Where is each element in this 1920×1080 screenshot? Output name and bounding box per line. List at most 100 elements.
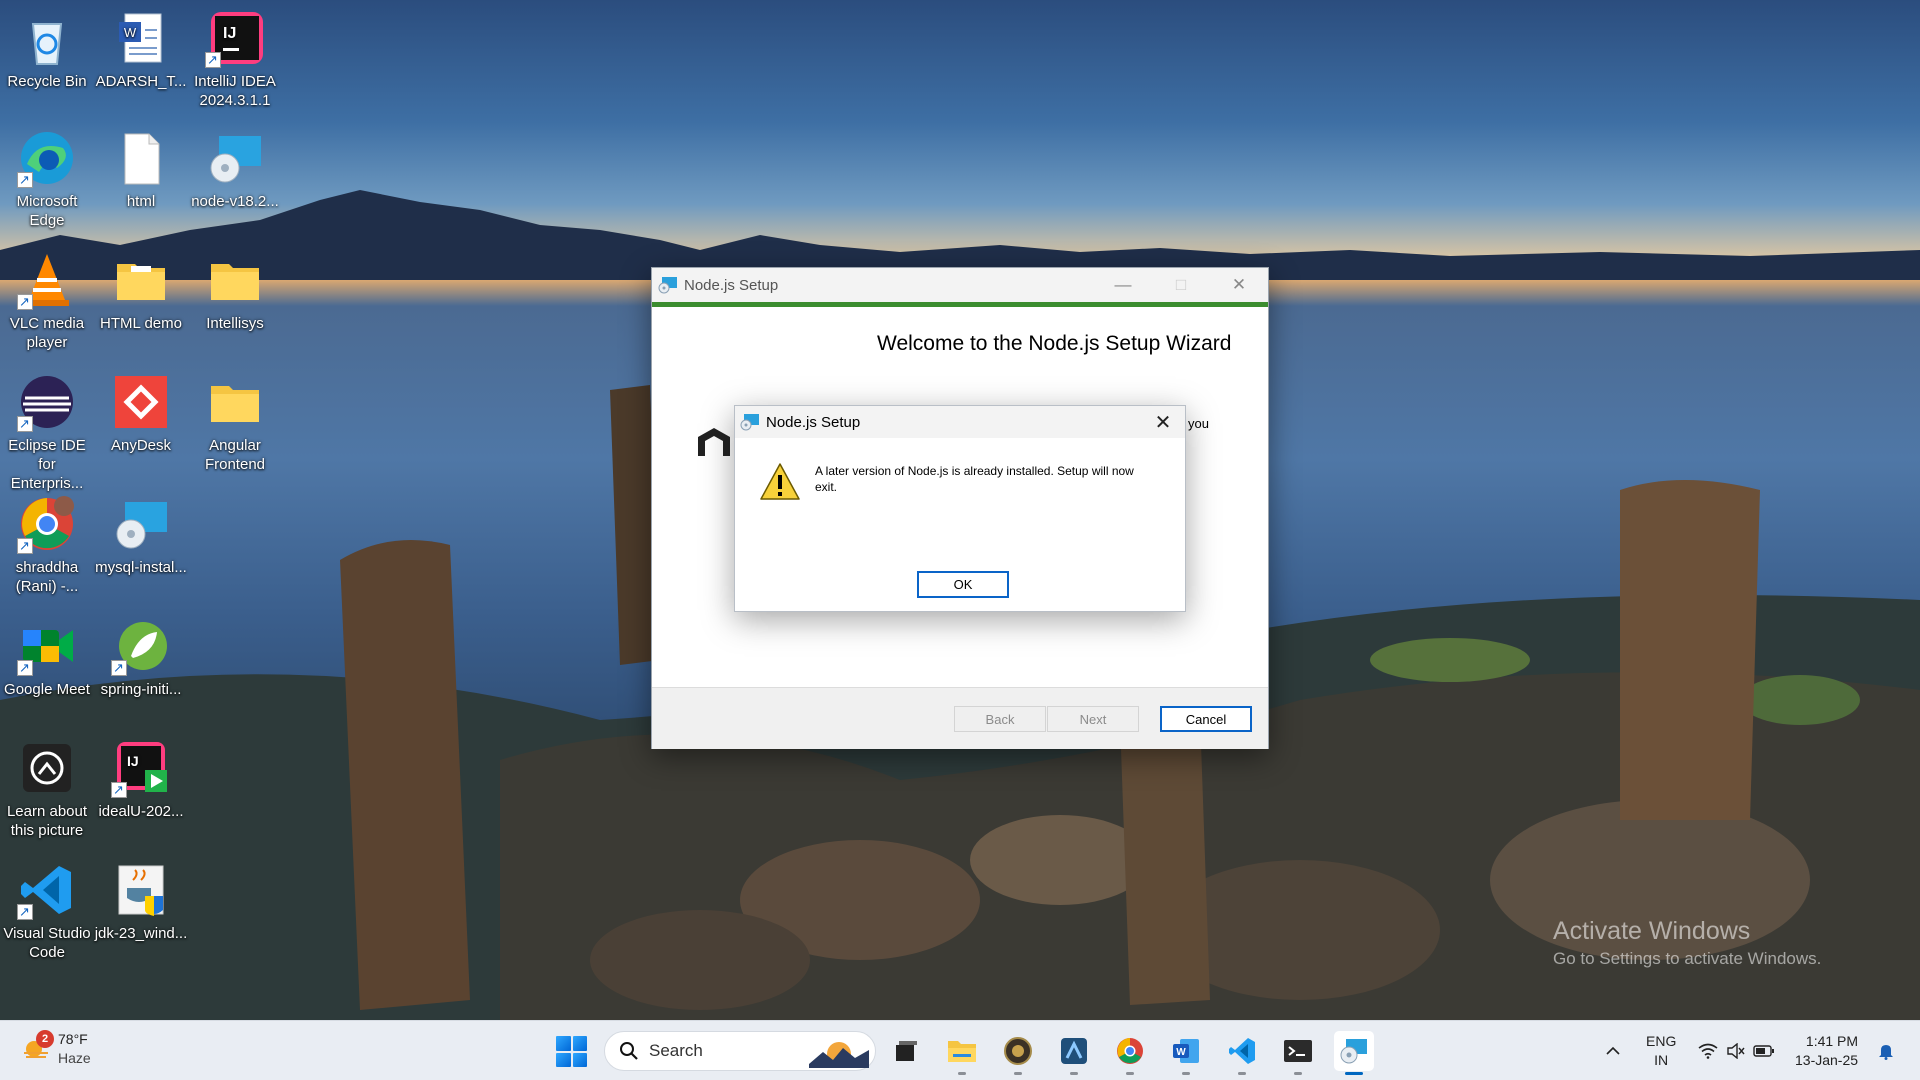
desktop-icon-label: spring-initi...: [100, 681, 182, 698]
notifications-button[interactable]: [1872, 1021, 1900, 1080]
speaker-muted-icon: [1727, 1043, 1745, 1059]
clock-date: 13-Jan-25: [1795, 1052, 1859, 1068]
setup-body-text: you: [1188, 416, 1209, 431]
close-button[interactable]: ✕: [1210, 268, 1268, 302]
clock[interactable]: 1:41 PM 13-Jan-25: [1795, 1032, 1858, 1070]
jdk-installer-icon[interactable]: jdk-23_wind...: [94, 860, 188, 943]
setup-title: Node.js Setup: [684, 276, 779, 294]
ok-button[interactable]: OK: [917, 571, 1009, 598]
desktop-icon-label: mysql-instal...: [95, 559, 187, 576]
desktop-icon-label: Learn about this picture: [6, 803, 88, 839]
learn-about-picture-icon[interactable]: Learn about this picture: [0, 738, 94, 840]
vscode-icon: [1229, 1038, 1255, 1064]
recycle-bin-icon[interactable]: Recycle Bin: [0, 8, 94, 91]
word-doc-icon[interactable]: W ADARSH_T...: [94, 8, 188, 91]
desktop-icon-label: VLC media player: [9, 315, 85, 351]
app-circle-button[interactable]: [998, 1031, 1038, 1075]
vlc-icon[interactable]: VLC media player: [0, 250, 94, 352]
wifi-button[interactable]: [1694, 1021, 1722, 1080]
volume-button[interactable]: [1722, 1021, 1750, 1080]
maximize-button[interactable]: □: [1152, 268, 1210, 302]
chrome-icon: [1117, 1038, 1143, 1064]
weather-condition: Haze: [58, 1050, 91, 1066]
battery-button[interactable]: [1750, 1021, 1778, 1080]
back-button[interactable]: Back: [954, 706, 1046, 732]
word-icon: W: [1173, 1039, 1199, 1063]
start-button[interactable]: [556, 1036, 587, 1067]
folder-icon[interactable]: Angular Frontend: [188, 372, 282, 474]
spring-initializr-icon[interactable]: spring-initi...: [94, 616, 188, 699]
minimize-button[interactable]: —: [1094, 268, 1152, 302]
already-installed-dialog: Node.js Setup ✕ A later version of Node.…: [734, 405, 1186, 612]
svg-text:IJ: IJ: [127, 753, 139, 769]
svg-text:IJ: IJ: [223, 25, 236, 42]
desktop-icon-label: IntelliJ IDEA 2024.3.1.1: [194, 73, 276, 109]
desktop-icon-label: Intellisys: [206, 315, 264, 332]
idealu-installer-icon[interactable]: IJ idealU-202...: [94, 738, 188, 821]
taskbar: 2 78°F Haze Search W ENG IN 1:41 PM 13-J…: [0, 1020, 1920, 1080]
svg-text:W: W: [1176, 1047, 1186, 1058]
weather-widget[interactable]: 2 78°F Haze: [22, 1030, 91, 1068]
terminal-button[interactable]: [1278, 1031, 1318, 1075]
word-button[interactable]: W: [1166, 1031, 1206, 1075]
search-label: Search: [649, 1041, 703, 1060]
desktop-icon-label: ADARSH_T...: [95, 73, 187, 90]
desktop-icon-label: node-v18.2...: [191, 193, 279, 210]
notification-badge: 2: [36, 1030, 54, 1048]
desktop-icon-label: Recycle Bin: [7, 73, 87, 90]
task-view-button[interactable]: [886, 1031, 926, 1071]
desktop-icon-label: jdk-23_wind...: [94, 925, 188, 942]
eclipse-icon[interactable]: Eclipse IDE for Enterpris...: [0, 372, 94, 493]
desktop-icon-label: Visual Studio Code: [3, 925, 91, 961]
show-hidden-icons-button[interactable]: [1598, 1021, 1628, 1080]
weather-haze-icon: 2: [22, 1030, 54, 1063]
task-view-icon: [896, 1041, 917, 1061]
chevron-up-icon: [1606, 1046, 1620, 1055]
desktop-icon-label: Google Meet: [4, 681, 90, 698]
anydesk-icon[interactable]: AnyDesk: [94, 372, 188, 455]
terminal-icon: [1284, 1040, 1312, 1062]
folder-icon[interactable]: Intellisys: [188, 250, 282, 333]
taskbar-search[interactable]: Search: [604, 1031, 876, 1071]
node-setup-taskbar-button[interactable]: [1334, 1031, 1374, 1075]
dialog-title: Node.js Setup: [766, 413, 861, 431]
clock-time: 1:41 PM: [1805, 1033, 1859, 1049]
installer-icon: [658, 276, 678, 294]
desktop-icon-label: Eclipse IDE for Enterpris...: [8, 437, 86, 492]
region-code: IN: [1654, 1052, 1669, 1068]
language-code: ENG: [1646, 1033, 1677, 1049]
vscode-button[interactable]: [1222, 1031, 1262, 1075]
search-highlight-art: [809, 1042, 869, 1068]
nodejs-logo-icon: [698, 428, 730, 456]
node-installer-icon[interactable]: node-v18.2...: [188, 128, 282, 211]
wifi-icon: [1698, 1043, 1718, 1059]
desktop-icon-label: shraddha (Rani) -...: [15, 559, 79, 595]
installer-icon: [1340, 1039, 1367, 1064]
html-file-icon[interactable]: html: [94, 128, 188, 211]
app-tool-icon: [1061, 1038, 1087, 1064]
activate-subtitle: Go to Settings to activate Windows.: [1553, 949, 1822, 968]
dialog-message: A later version of Node.js is already in…: [815, 464, 1134, 494]
warning-icon: [760, 463, 800, 500]
close-icon[interactable]: ✕: [1149, 408, 1177, 436]
chrome-button[interactable]: [1110, 1031, 1150, 1075]
desktop-icon-label: html: [126, 193, 156, 210]
google-meet-icon[interactable]: Google Meet: [0, 616, 94, 699]
folder-icon[interactable]: HTML demo: [94, 250, 188, 333]
desktop-icon-label: AnyDesk: [110, 437, 172, 454]
search-icon: [620, 1042, 638, 1060]
microsoft-edge-icon[interactable]: Microsoft Edge: [0, 128, 94, 230]
svg-text:W: W: [124, 25, 137, 40]
cancel-button[interactable]: Cancel: [1160, 706, 1252, 732]
welcome-heading: Welcome to the Node.js Setup Wizard: [877, 332, 1232, 355]
vscode-icon[interactable]: Visual Studio Code: [0, 860, 94, 962]
chrome-profile-icon[interactable]: shraddha (Rani) -...: [0, 494, 94, 596]
next-button[interactable]: Next: [1047, 706, 1139, 732]
language-indicator[interactable]: ENG IN: [1646, 1032, 1676, 1070]
intellij-idea-icon[interactable]: IJ IntelliJ IDEA 2024.3.1.1: [188, 8, 282, 110]
activate-title: Activate Windows: [1553, 917, 1751, 945]
dialog-titlebar[interactable]: Node.js Setup: [735, 406, 1185, 438]
mysql-installer-icon[interactable]: mysql-instal...: [94, 494, 188, 577]
file-explorer-button[interactable]: [942, 1031, 982, 1075]
app-blue-button[interactable]: [1054, 1031, 1094, 1075]
